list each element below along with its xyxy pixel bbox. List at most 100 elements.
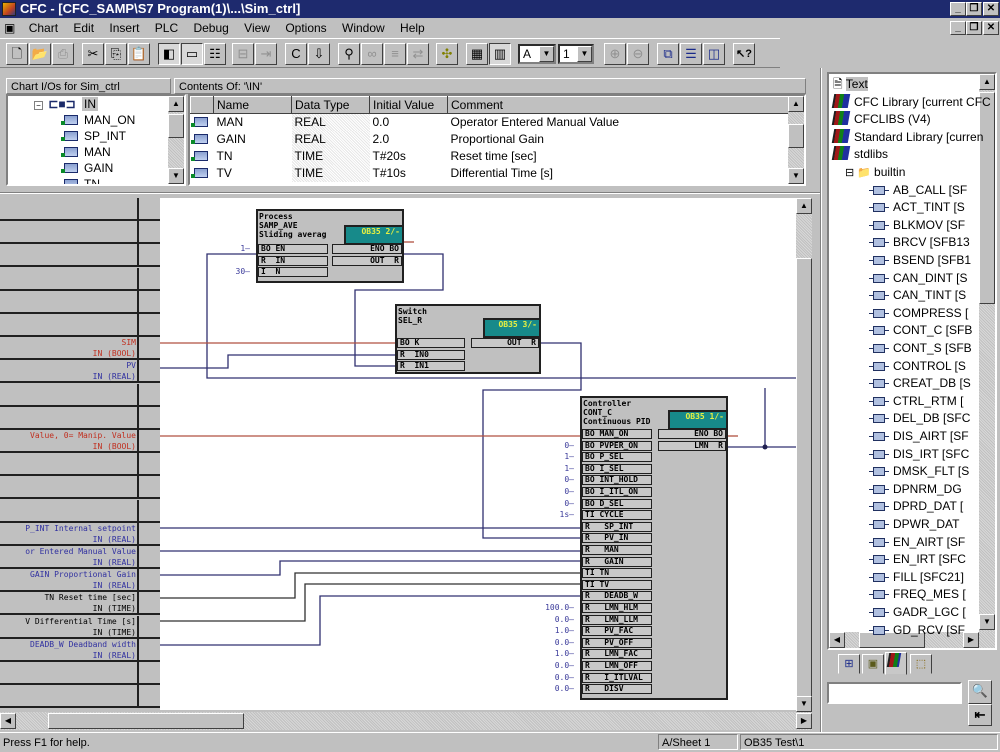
- pin-constant-value[interactable]: 1.0—: [534, 649, 574, 659]
- document-icon[interactable]: ▣: [0, 18, 19, 38]
- library-item[interactable]: BRCV [SFB13: [869, 234, 970, 251]
- input-pin[interactable]: R IN0: [397, 349, 465, 360]
- scroll-left-icon[interactable]: ◀: [829, 632, 845, 648]
- menu-window[interactable]: Window: [336, 18, 391, 38]
- sheetbar-empty-slot[interactable]: [0, 244, 160, 268]
- sheetbar-empty-slot[interactable]: [0, 383, 160, 407]
- scroll-up-icon[interactable]: ▲: [979, 74, 995, 90]
- library-item[interactable]: DPWR_DAT: [869, 516, 959, 533]
- library-item[interactable]: CONTROL [S: [869, 358, 966, 375]
- run-sequence-button[interactable]: ⇄: [407, 43, 429, 65]
- library-item[interactable]: FREQ_MES [: [869, 586, 966, 603]
- watch-off-button[interactable]: ≡: [384, 43, 406, 65]
- input-pin[interactable]: R PV_IN: [582, 533, 652, 544]
- column-header-comment[interactable]: Comment: [447, 96, 790, 114]
- pin-constant-value[interactable]: 100.0—: [534, 603, 574, 613]
- wire-tv[interactable]: [160, 583, 580, 622]
- pin-constant-value[interactable]: 0.0—: [534, 615, 574, 625]
- sheetbar-connection[interactable]: PV IN (REAL): [0, 360, 160, 384]
- menu-insert[interactable]: Insert: [103, 18, 145, 38]
- chevron-down-icon[interactable]: ▼: [539, 46, 554, 62]
- zoom-out-button[interactable]: ⊖: [627, 43, 649, 65]
- pin-constant-value[interactable]: 0.0—: [534, 661, 574, 671]
- catalog-button[interactable]: ☷: [204, 43, 226, 65]
- scroll-down-icon[interactable]: ▼: [168, 168, 184, 184]
- library-item[interactable]: stdlibs: [831, 146, 888, 163]
- context-help-button[interactable]: ↖?: [733, 43, 755, 65]
- block-process[interactable]: Process SAMP_AVE Sliding averag OB35 2/-…: [256, 209, 404, 283]
- scroll-up-icon[interactable]: ▲: [788, 96, 804, 112]
- cascade-button[interactable]: ⧉: [657, 43, 679, 65]
- input-pin[interactable]: R PV_FAC: [582, 626, 652, 637]
- print-button[interactable]: ⎙: [52, 43, 74, 65]
- library-item[interactable]: DIS_AIRT [SF: [869, 428, 969, 445]
- input-pin[interactable]: R SP_INT: [582, 521, 652, 532]
- library-item[interactable]: CREAT_DB [S: [869, 375, 971, 392]
- canvas-hscrollbar[interactable]: ◀ ▶: [0, 712, 812, 730]
- library-item[interactable]: BSEND [SFB1: [869, 252, 971, 269]
- menu-options[interactable]: Options: [279, 18, 332, 38]
- input-pin[interactable]: BO D_SEL: [582, 498, 652, 509]
- library-item[interactable]: BLKMOV [SF: [869, 217, 965, 234]
- app-icon[interactable]: [2, 2, 16, 16]
- library-item[interactable]: EN_AIRT [SF: [869, 534, 965, 551]
- tree-item-tn[interactable]: TN: [64, 176, 100, 184]
- input-pin[interactable]: R LMN_OFF: [582, 661, 652, 671]
- compile-button[interactable]: C: [285, 43, 307, 65]
- zoom-in-button[interactable]: ⊕: [604, 43, 626, 65]
- input-pin[interactable]: R IN: [258, 255, 328, 266]
- library-item[interactable]: COMPRESS [: [869, 305, 968, 322]
- input-pin[interactable]: R DEADB_W: [582, 591, 652, 602]
- input-pin[interactable]: R GAIN: [582, 556, 652, 567]
- scroll-down-icon[interactable]: ▼: [796, 696, 812, 712]
- open-button[interactable]: 📂: [29, 43, 51, 65]
- tab-charts[interactable]: ▣: [862, 654, 884, 674]
- scroll-thumb[interactable]: [979, 92, 995, 304]
- input-pin[interactable]: TI CYCLE: [582, 510, 652, 521]
- sheetbar-connection[interactable]: or Entered Manual Value IN (REAL): [0, 546, 160, 569]
- block-controller[interactable]: Controller CONT_C Continuous PID OB35 1/…: [580, 396, 728, 700]
- pin-constant-value[interactable]: 1—: [534, 464, 574, 474]
- input-pin[interactable]: TI TN: [582, 568, 652, 579]
- close-button[interactable]: ✕: [983, 2, 999, 16]
- interconnect-button[interactable]: ⊟: [232, 43, 254, 65]
- menu-plc[interactable]: PLC: [149, 18, 184, 38]
- input-pin[interactable]: R LMN_FAC: [582, 649, 652, 660]
- library-item[interactable]: DIS_IRT [SFC: [869, 446, 969, 463]
- pin-constant-value[interactable]: 0.0—: [534, 684, 574, 694]
- minimize-button[interactable]: _: [950, 2, 966, 16]
- scroll-right-icon[interactable]: ▶: [796, 713, 812, 729]
- grid-button[interactable]: ▦: [466, 43, 488, 65]
- scroll-left-icon[interactable]: ◀: [0, 713, 16, 729]
- sheetbar-connection[interactable]: Value, 0= Manip. Value IN (BOOL): [0, 430, 160, 453]
- tree-item-man-on[interactable]: MAN_ON: [61, 112, 135, 128]
- download-button[interactable]: ⇩: [308, 43, 330, 65]
- pin-constant-value[interactable]: 30—: [210, 267, 250, 277]
- column-header-data-type[interactable]: Data Type: [291, 96, 370, 114]
- tab-unplaced[interactable]: ⬚: [910, 654, 932, 674]
- menu-debug[interactable]: Debug: [187, 18, 234, 38]
- overview-button[interactable]: ▭: [181, 43, 203, 65]
- sheetbar-connection[interactable]: P_INT Internal setpoint IN (REAL): [0, 522, 160, 546]
- input-pin[interactable]: BO I_SEL: [582, 463, 652, 474]
- sheetbar-connection[interactable]: TN Reset time [sec] IN (TIME): [0, 592, 160, 616]
- library-vscrollbar[interactable]: ▲ ▼: [979, 74, 995, 632]
- tab-libraries[interactable]: [885, 652, 907, 675]
- new-button[interactable]: 🗋: [6, 43, 28, 65]
- sheetbar-empty-slot[interactable]: [0, 221, 160, 245]
- pin-constant-value[interactable]: 1—: [210, 244, 250, 254]
- input-pin[interactable]: BO I_ITL_ON: [582, 487, 652, 497]
- input-pin[interactable]: R LMN_LLM: [582, 614, 652, 625]
- tab-blocks[interactable]: ⊞: [838, 654, 860, 674]
- scroll-thumb[interactable]: [788, 124, 804, 148]
- output-pin[interactable]: ENO BO: [332, 244, 402, 254]
- library-item[interactable]: CFCLIBS (V4): [831, 111, 931, 128]
- grid-alt-button[interactable]: ▥: [489, 43, 511, 65]
- sheetbar-empty-slot[interactable]: [0, 499, 160, 523]
- pin-constant-value[interactable]: 1s—: [534, 510, 574, 520]
- input-pin[interactable]: I N: [258, 267, 328, 277]
- sheetbar-empty-slot[interactable]: [0, 662, 160, 685]
- sheet-select[interactable]: 1 ▼: [558, 44, 594, 64]
- splitter[interactable]: [0, 192, 820, 194]
- library-item[interactable]: CONT_C [SFB: [869, 322, 972, 339]
